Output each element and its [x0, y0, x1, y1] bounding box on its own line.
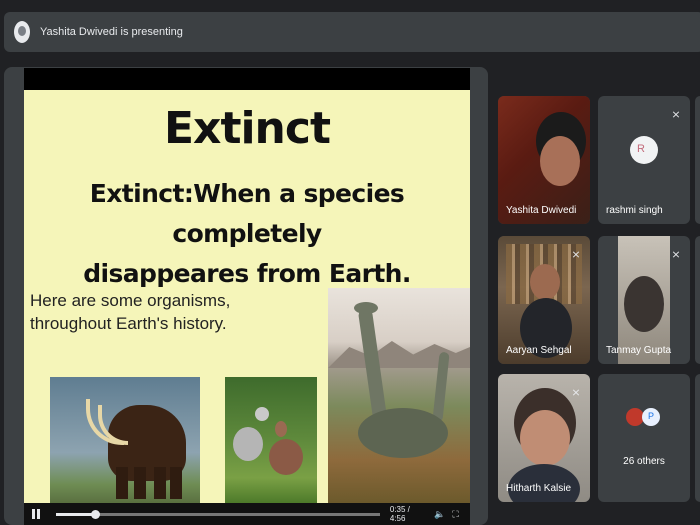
- progress-fill: [55, 512, 95, 516]
- presenter-avatar: [14, 21, 30, 43]
- mic-off-icon: ⨯: [671, 249, 681, 261]
- participant-name: Aaryan Sehgal: [506, 345, 572, 356]
- pause-icon[interactable]: [32, 509, 42, 519]
- participant-name: Tanmay Gupta: [606, 345, 672, 356]
- progress-bar[interactable]: [55, 509, 380, 519]
- mic-off-icon: ⨯: [571, 387, 581, 399]
- slide: Extinct Extinct:When a species completel…: [24, 90, 470, 503]
- participant-tile-partial: [695, 96, 700, 224]
- participant-tile-partial: [695, 374, 700, 502]
- shared-screen[interactable]: Extinct Extinct:When a species completel…: [24, 68, 470, 525]
- mammoth-image: [50, 377, 200, 503]
- others-tile[interactable]: P 26 others: [598, 374, 690, 502]
- presenter-label: Yashita Dwivedi is presenting: [40, 26, 183, 38]
- participant-name: Yashita Dwivedi: [506, 205, 577, 216]
- participant-tile-hitharth[interactable]: ⨯ Hitharth Kalsie: [498, 374, 590, 502]
- participant-tile-partial: [695, 236, 700, 364]
- participant-tile-rashmi[interactable]: R ⨯ rashmi singh: [598, 96, 690, 224]
- mic-off-icon: ⨯: [571, 249, 581, 261]
- fullscreen-icon[interactable]: ⛶: [452, 509, 462, 519]
- mic-off-icon: ⨯: [671, 109, 681, 121]
- others-count: 26 others: [623, 456, 665, 467]
- slide-subtitle: Here are some organisms, throughout Eart…: [30, 289, 260, 335]
- dinosaur-image: [328, 288, 470, 503]
- participant-tile-aaryan[interactable]: ⨯ Aaryan Sehgal: [498, 236, 590, 364]
- video-controls: 0:35 / 4:56 🔈 ⛶: [24, 503, 470, 525]
- subtitle-line-1: Here are some organisms,: [30, 291, 231, 310]
- participant-tile-tanmay[interactable]: ⨯ Tanmay Gupta: [598, 236, 690, 364]
- slide-title: Extinct: [164, 103, 331, 154]
- participant-tile-yashita[interactable]: Yashita Dwivedi: [498, 96, 590, 224]
- presenter-banner: Yashita Dwivedi is presenting: [4, 12, 700, 52]
- participant-name: rashmi singh: [606, 205, 663, 216]
- definition-line-1: Extinct:When a species completely: [89, 179, 405, 248]
- volume-icon[interactable]: 🔈: [434, 509, 445, 519]
- progress-knob[interactable]: [90, 509, 100, 519]
- slide-definition: Extinct:When a species completely disapp…: [24, 174, 470, 294]
- dodo-image: [225, 377, 317, 503]
- participant-name: Hitharth Kalsie: [506, 483, 572, 494]
- playback-time: 0:35 / 4:56: [389, 505, 410, 523]
- subtitle-line-2: throughout Earth's history.: [30, 314, 227, 333]
